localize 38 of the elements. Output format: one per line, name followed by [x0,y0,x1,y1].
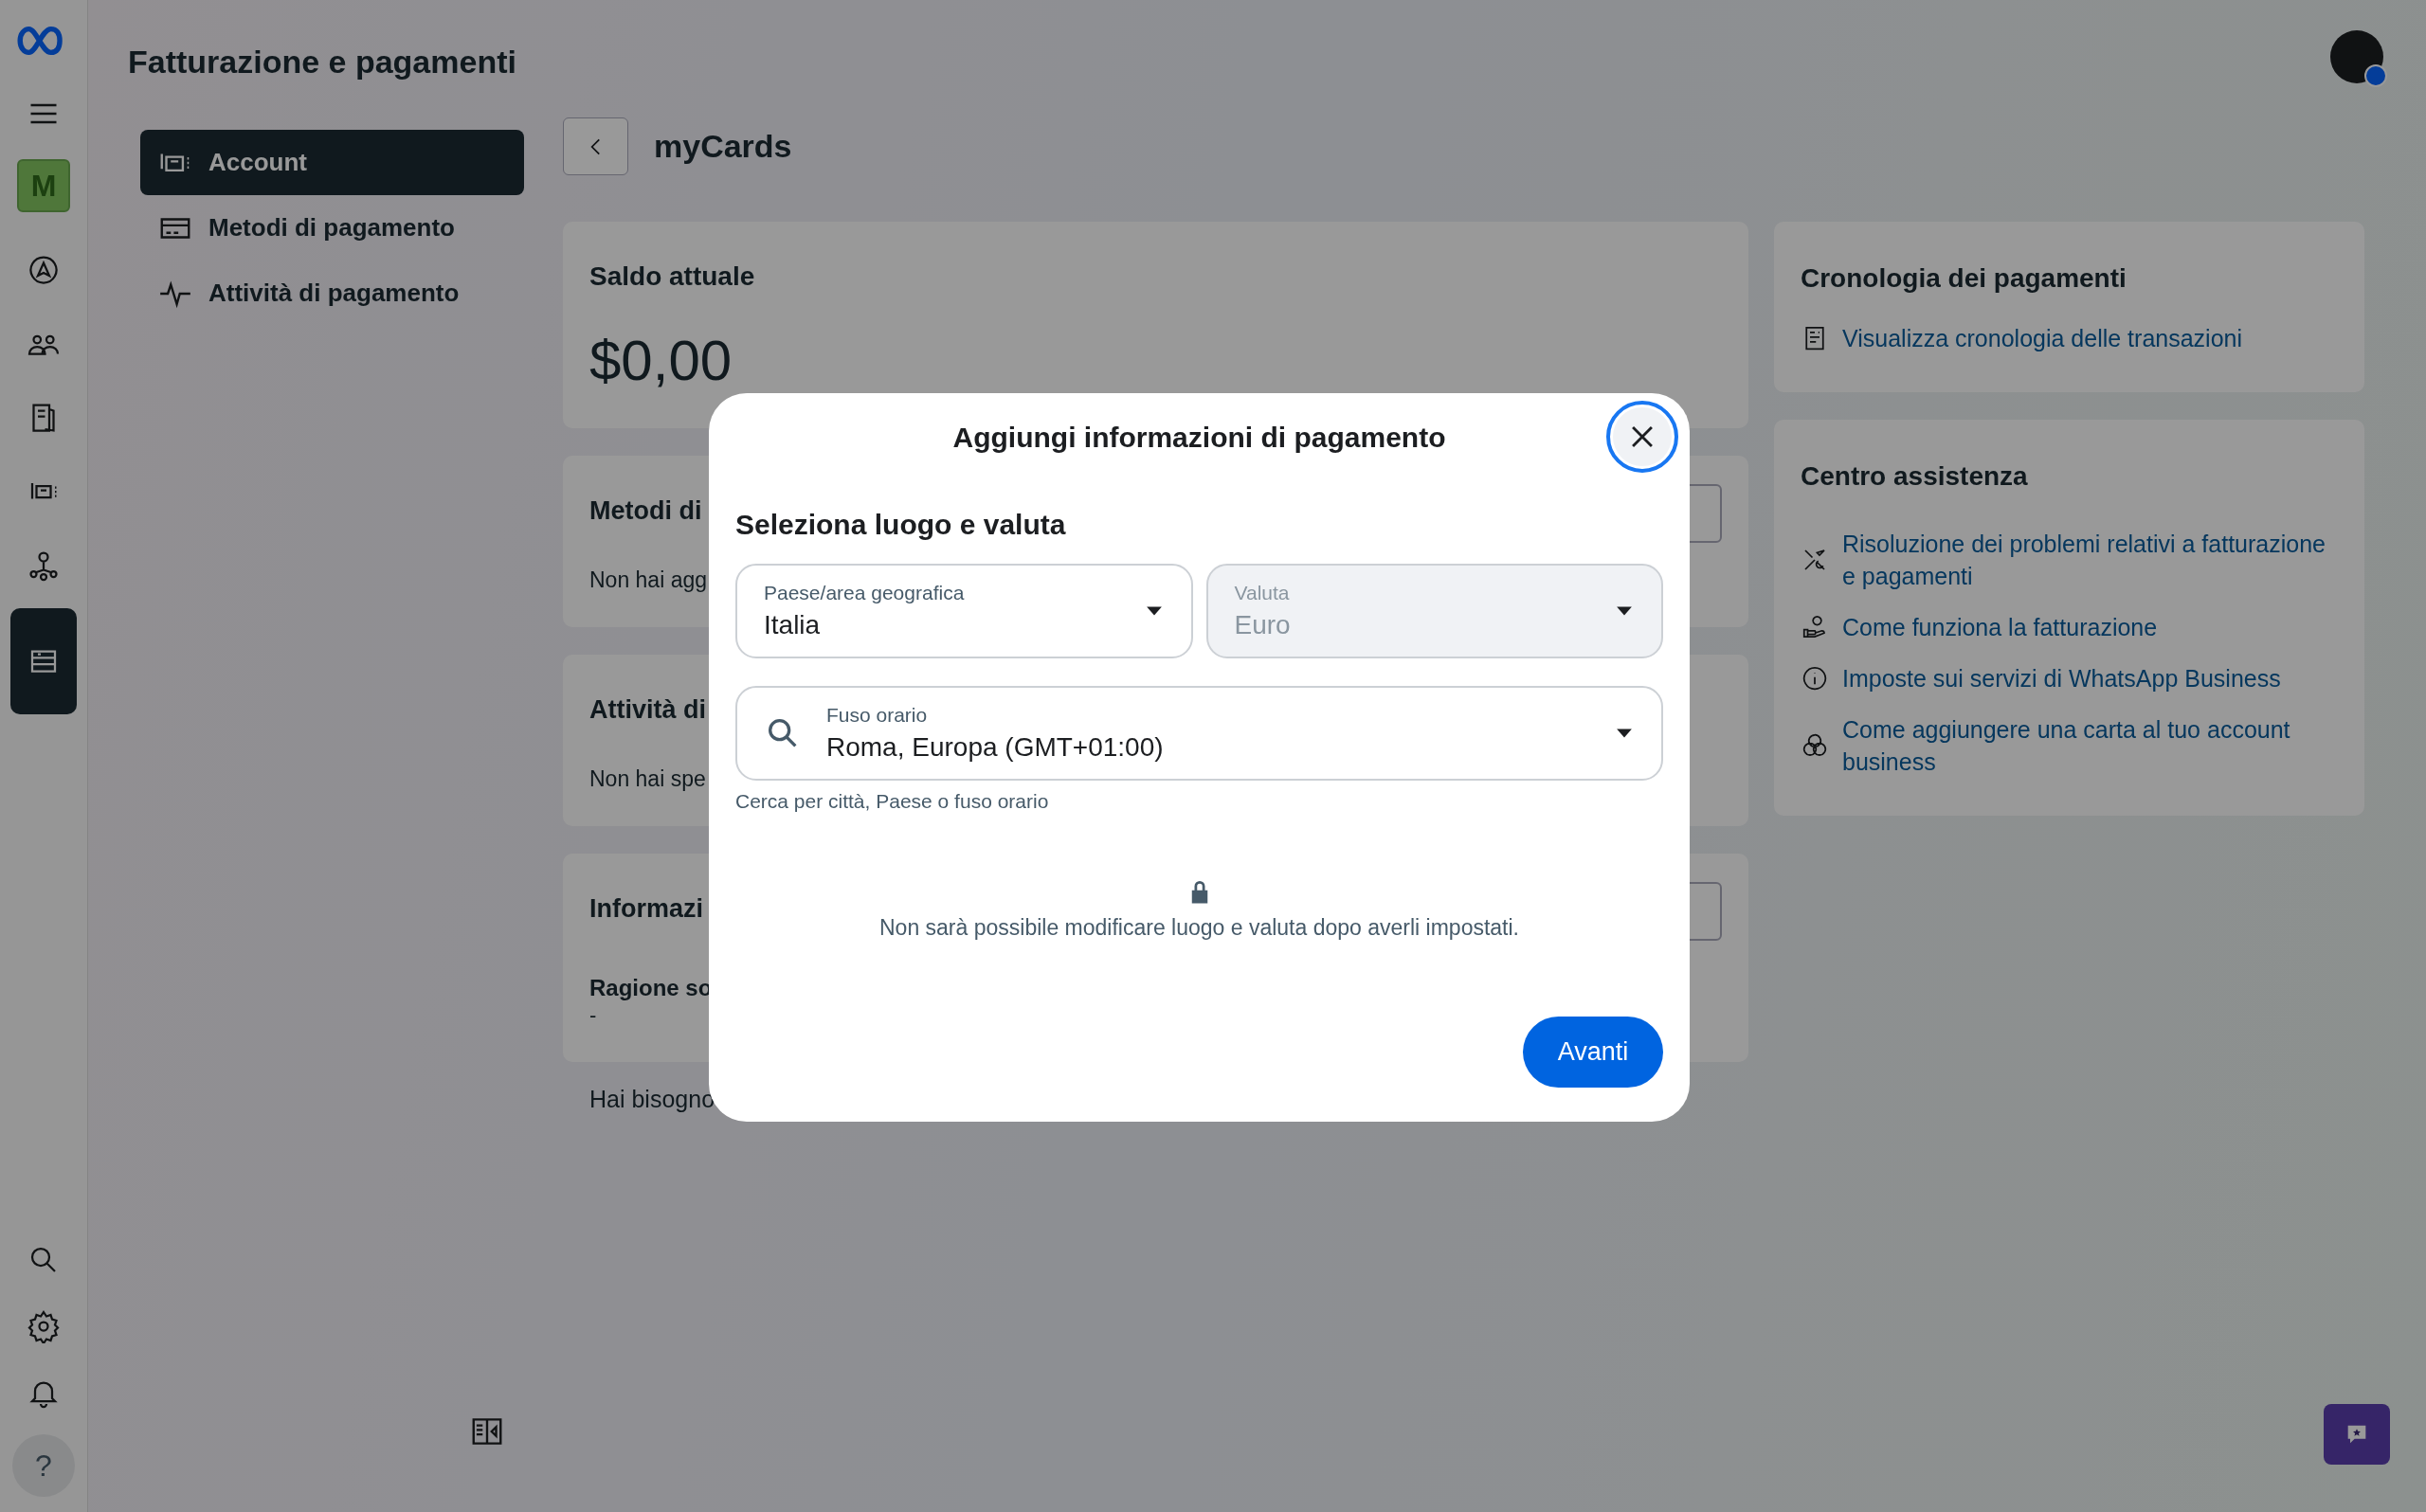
nav-item[interactable]: Account [140,130,524,195]
country-select[interactable]: Paese/area geografica Italia [735,564,1193,658]
help-link[interactable]: Imposte sui servizi di WhatsApp Business [1842,662,2281,694]
help-link[interactable]: Come funziona la fatturazione [1842,611,2158,643]
help-link[interactable]: Risoluzione dei problemi relativi a fatturazione e pagamenti [1842,528,2338,592]
nav-item[interactable]: Attività di pagamento [140,261,524,326]
caret-icon [1616,605,1633,617]
card-text: Non hai agg [589,567,708,593]
history-link[interactable]: Visualizza cronologia delle transazioni [1842,322,2242,354]
card-title: Attività di [589,694,706,726]
card-title: Centro assistenza [1801,460,2028,493]
page-title: Fatturazione e pagamenti [128,43,516,81]
field-hint: Cerca per città, Paese o fuso orario [735,790,1050,813]
help-link[interactable]: Come aggiungere una carta al tuo account business [1842,713,2338,778]
timezone-select[interactable]: Fuso orario Roma, Europa (GMT+01:00) [735,686,1663,781]
balance-amount: $0,00 [589,328,733,394]
dialog-title: Aggiungi informazioni di pagamento [952,422,1446,454]
rail-database-button[interactable] [10,608,77,714]
section-heading: Seleziona luogo e valuta [735,509,1067,541]
help-text: Hai bisogno [588,1086,715,1113]
card-title: Cronologia dei pagamenti [1801,262,2127,295]
network-icon [27,549,61,583]
settings-icon[interactable] [27,1309,61,1343]
card-title: Informazi [589,893,703,925]
notice-text: Non sarà possibile modificare luogo e valuta dopo averli impostati. [878,915,1520,941]
caret-icon [1145,605,1163,617]
chat-button[interactable] [2324,1404,2390,1465]
info-icon [1801,664,1829,693]
card-text: Non hai spe [589,766,706,792]
section-title: myCards [654,128,792,165]
help-button[interactable]: ? [12,1434,75,1497]
compass-icon [27,253,61,287]
next-button[interactable]: Avanti [1523,1017,1663,1088]
nav-item[interactable]: Metodi di pagamento [140,195,524,261]
caret-icon [1616,728,1633,739]
card-title: Metodi di [589,495,702,527]
card-title: Saldo attuale [589,261,755,293]
field-value: - [589,1003,597,1028]
